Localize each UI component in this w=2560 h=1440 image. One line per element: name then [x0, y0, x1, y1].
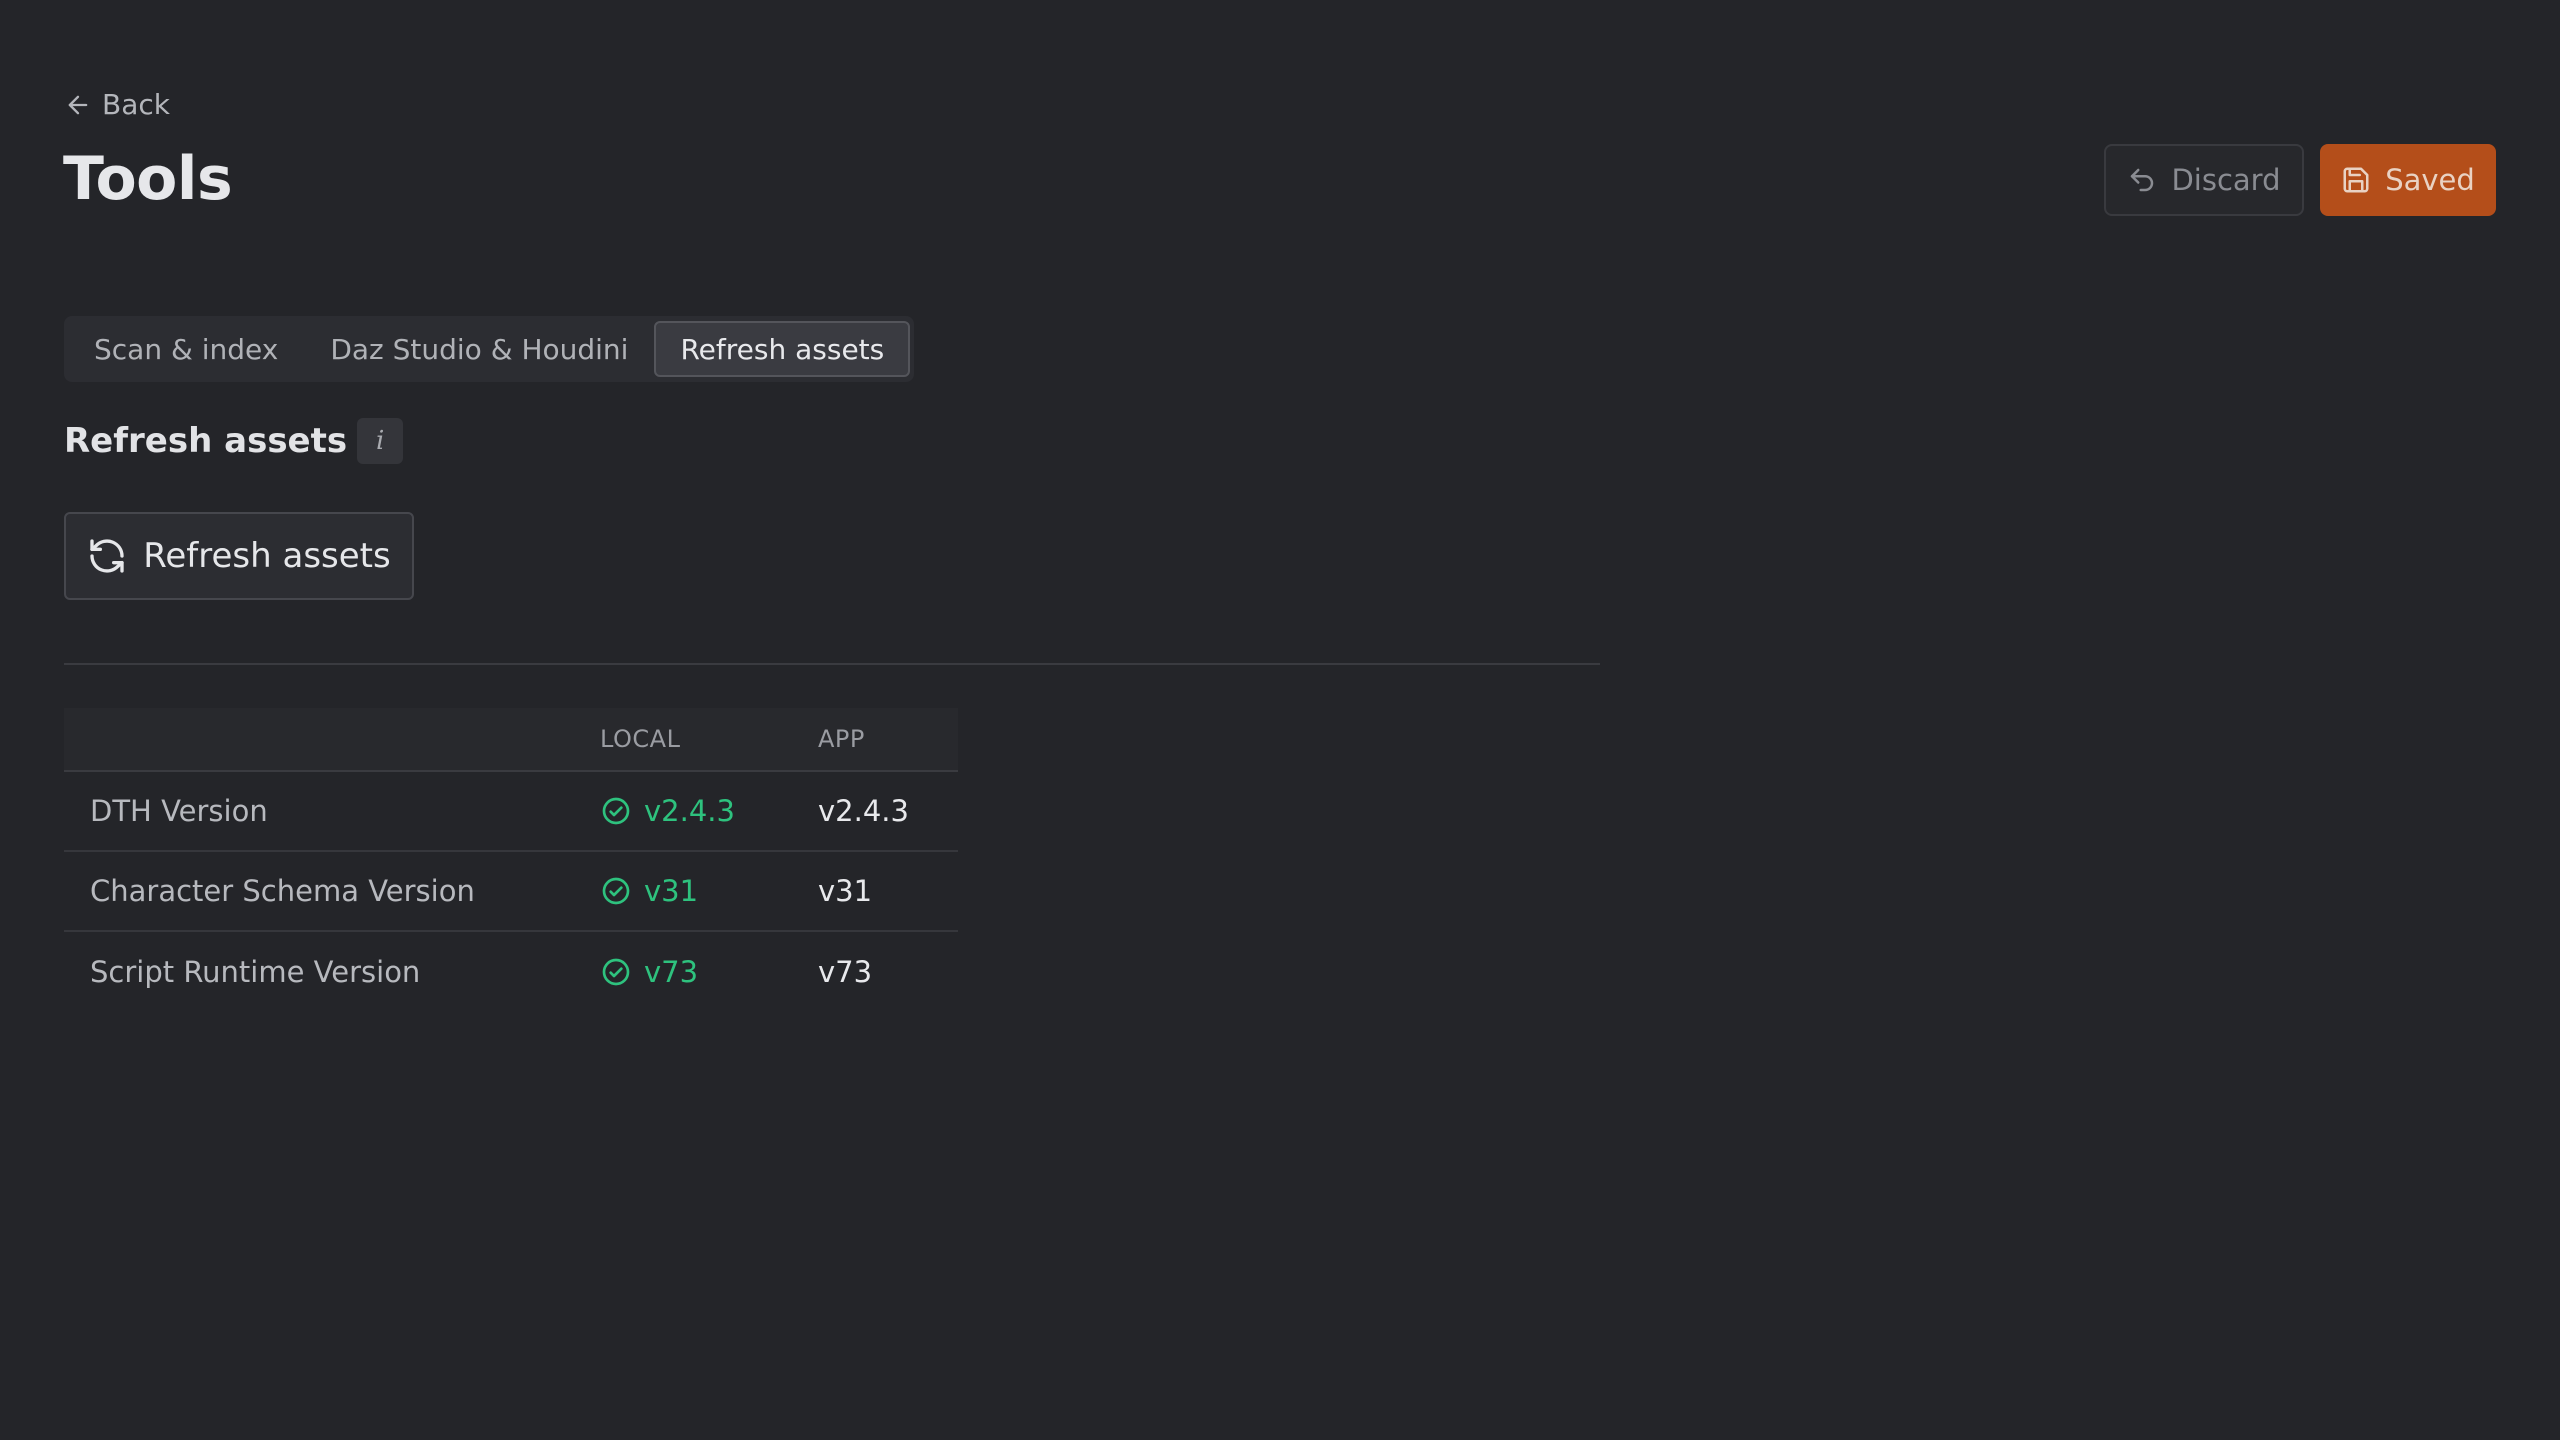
- check-circle-icon: [602, 877, 630, 905]
- column-header-local: LOCAL: [600, 725, 681, 753]
- table-header: LOCAL APP: [64, 708, 958, 772]
- discard-label: Discard: [2171, 163, 2281, 197]
- section-title: Refresh assets: [64, 421, 348, 461]
- refresh-icon: [90, 539, 124, 573]
- row-app-value: v73: [818, 955, 873, 989]
- saved-label: Saved: [2385, 163, 2475, 197]
- back-link[interactable]: Back: [64, 88, 170, 121]
- row-local: v31: [600, 874, 818, 908]
- refresh-assets-button[interactable]: Refresh assets: [64, 512, 414, 600]
- info-icon[interactable]: i: [357, 418, 404, 464]
- table-row: Character Schema Version v31 v31: [64, 852, 958, 932]
- row-name: DTH Version: [90, 794, 268, 828]
- row-local-value: v73: [644, 955, 699, 989]
- tools-tabs: Scan & index Daz Studio & Houdini Refres…: [64, 316, 915, 382]
- tab-refresh-assets[interactable]: Refresh assets: [654, 321, 911, 377]
- tools-page: Back Tools Discard Saved Scan & index Da…: [0, 0, 2560, 1440]
- header-actions: Discard Saved: [2104, 144, 2496, 216]
- back-label: Back: [102, 88, 170, 121]
- tab-scan-index[interactable]: Scan & index: [68, 321, 304, 377]
- row-name: Script Runtime Version: [90, 955, 421, 989]
- page-title: Tools: [63, 144, 233, 214]
- row-local-value: v2.4.3: [644, 794, 735, 828]
- column-header-app: APP: [818, 725, 865, 753]
- section-divider: [64, 663, 1600, 665]
- check-circle-icon: [602, 797, 630, 825]
- row-app-value: v2.4.3: [818, 794, 909, 828]
- row-local: v73: [600, 955, 818, 989]
- table-row: Script Runtime Version v73 v73: [64, 932, 958, 1012]
- row-local: v2.4.3: [600, 794, 818, 828]
- versions-table: LOCAL APP DTH Version v2.4.3 v2.4.3 Char…: [64, 708, 958, 1012]
- row-local-value: v31: [644, 874, 699, 908]
- saved-button[interactable]: Saved: [2320, 144, 2496, 216]
- save-icon: [2343, 167, 2369, 193]
- row-app-value: v31: [818, 874, 873, 908]
- undo-icon: [2131, 168, 2154, 192]
- table-row: DTH Version v2.4.3 v2.4.3: [64, 772, 958, 852]
- check-circle-icon: [602, 958, 630, 986]
- discard-button[interactable]: Discard: [2104, 144, 2304, 216]
- row-name: Character Schema Version: [90, 874, 475, 908]
- section-header: Refresh assets i: [64, 418, 404, 464]
- tab-daz-houdini[interactable]: Daz Studio & Houdini: [304, 321, 654, 377]
- arrow-left-icon: [68, 95, 88, 114]
- refresh-assets-label: Refresh assets: [143, 536, 391, 576]
